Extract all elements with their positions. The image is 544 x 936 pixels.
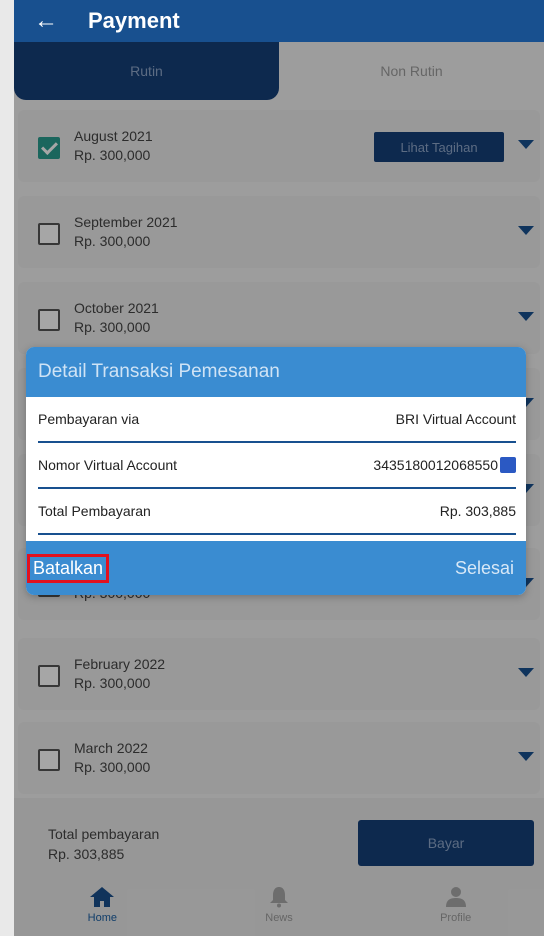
- page-title: Payment: [88, 8, 180, 33]
- payment-method-row: Pembayaran via BRI Virtual Account: [38, 397, 516, 443]
- copy-icon[interactable]: [500, 457, 516, 473]
- total-payment-row: Total Pembayaran Rp. 303,885: [38, 489, 516, 535]
- done-button[interactable]: Selesai: [455, 558, 514, 579]
- app-bar: ← Payment: [14, 0, 544, 42]
- dialog-actions: Batalkan Selesai: [26, 541, 526, 595]
- row-value-group: 3435180012068550: [373, 457, 516, 473]
- row-label: Pembayaran via: [38, 411, 140, 427]
- row-value: Rp. 303,885: [439, 503, 516, 519]
- row-label: Total Pembayaran: [38, 503, 151, 519]
- row-label: Nomor Virtual Account: [38, 457, 178, 473]
- virtual-account-row: Nomor Virtual Account 3435180012068550: [38, 443, 516, 489]
- dialog-title: Detail Transaksi Pemesanan: [26, 347, 526, 397]
- cancel-button[interactable]: Batalkan: [27, 553, 110, 583]
- arrow-left-icon[interactable]: ←: [34, 7, 74, 35]
- transaction-detail-dialog: Detail Transaksi Pemesanan Pembayaran vi…: [26, 347, 526, 595]
- row-value: 3435180012068550: [373, 457, 498, 473]
- row-value: BRI Virtual Account: [395, 411, 516, 427]
